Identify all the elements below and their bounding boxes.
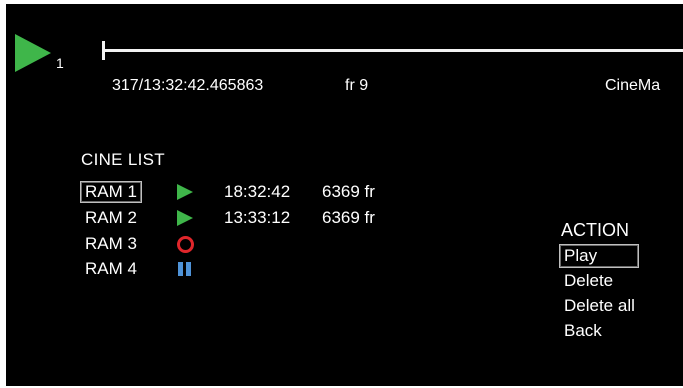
- cine-list-title: CINE LIST: [81, 150, 165, 169]
- play-icon: [176, 183, 194, 201]
- cine-list-item-ram-2[interactable]: RAM 2 13:33:12 6369 fr: [76, 207, 416, 229]
- timeline-track: [102, 49, 683, 52]
- play-icon[interactable]: [15, 34, 51, 72]
- action-menu-title: ACTION: [561, 220, 630, 240]
- cine-list-item-ram-3[interactable]: RAM 3: [76, 233, 416, 255]
- timeline-scrubber[interactable]: [102, 38, 683, 62]
- timecode-readout: 317/13:32:42.465863: [112, 77, 264, 94]
- action-delete-all[interactable]: Delete all: [559, 294, 640, 318]
- cine-time: 18:32:42: [224, 182, 291, 201]
- magazine-label: CineMa: [605, 77, 661, 94]
- cine-list-item-ram-4[interactable]: RAM 4: [76, 258, 416, 280]
- action-delete[interactable]: Delete: [559, 269, 618, 293]
- cine-frames: 6369 fr: [322, 208, 375, 227]
- pause-icon: [176, 260, 194, 278]
- frame-readout: fr 9: [345, 77, 369, 94]
- cine-time: 13:33:12: [224, 208, 291, 227]
- play-icon: [176, 209, 194, 227]
- cine-list-item-label: RAM 3: [85, 234, 137, 253]
- record-icon: [176, 235, 194, 253]
- action-play[interactable]: Play: [559, 244, 639, 268]
- cine-list-item-label: RAM 1: [80, 181, 142, 203]
- action-back[interactable]: Back: [559, 319, 607, 343]
- cine-list-item-label: RAM 2: [85, 208, 137, 227]
- cine-list-item-label: RAM 4: [85, 259, 137, 278]
- cine-list-item-ram-1[interactable]: RAM 1 18:32:42 6369 fr: [76, 181, 416, 203]
- cine-frames: 6369 fr: [322, 182, 375, 201]
- clip-number: 1: [56, 55, 64, 71]
- camera-screen: 1 317/13:32:42.465863 fr 9 CineMa CINE L…: [6, 4, 683, 386]
